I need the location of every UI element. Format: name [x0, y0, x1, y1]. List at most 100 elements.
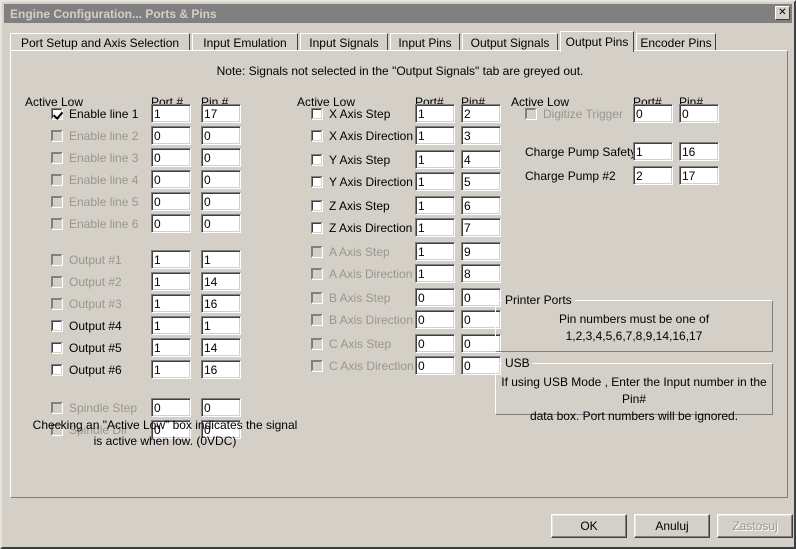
dialog-window: Engine Configuration... Ports & Pins ✕ P… — [0, 0, 796, 549]
pin-input-charge-pump-safety[interactable] — [679, 142, 719, 161]
window-title: Engine Configuration... Ports & Pins — [10, 6, 217, 21]
tab-encoder-pins[interactable]: Encoder Pins — [636, 33, 716, 51]
button-ok[interactable]: OK — [551, 514, 627, 538]
port-input-c-axis-direction[interactable] — [415, 356, 455, 375]
tab-input-pins[interactable]: Input Pins — [390, 33, 460, 51]
pin-input-a-axis-step[interactable] — [461, 242, 501, 261]
pin-input-output-1[interactable] — [201, 250, 241, 269]
pin-input-enable-line-3[interactable] — [201, 148, 241, 167]
label-digitize-trigger: Digitize Trigger — [543, 107, 624, 121]
port-input-b-axis-step[interactable] — [415, 288, 455, 307]
port-input-output-6[interactable] — [151, 360, 191, 379]
tab-input-emulation[interactable]: Input Emulation — [192, 33, 298, 51]
pin-input-charge-pump-2[interactable] — [679, 166, 719, 185]
pin-input-y-axis-direction[interactable] — [461, 172, 501, 191]
tab-label: Input Signals — [309, 35, 379, 50]
groupbox-usb: USB If using USB Mode , Enter the Input … — [495, 356, 773, 423]
pin-input-a-axis-direction[interactable] — [461, 264, 501, 283]
title-bar: Engine Configuration... Ports & Pins ✕ — [4, 4, 792, 23]
pin-input-enable-line-1[interactable] — [201, 104, 241, 123]
port-input-z-axis-step[interactable] — [415, 196, 455, 215]
signal-row-enable-line-1: Enable line 1 — [51, 104, 138, 124]
checkbox-enable-line-1[interactable] — [51, 108, 63, 120]
pin-input-z-axis-direction[interactable] — [461, 218, 501, 237]
port-input-output-2[interactable] — [151, 272, 191, 291]
button-anuluj[interactable]: Anuluj — [634, 514, 710, 538]
port-input-a-axis-step[interactable] — [415, 242, 455, 261]
label-enable-line-4: Enable line 4 — [69, 173, 139, 187]
port-input-x-axis-direction[interactable] — [415, 126, 455, 145]
port-input-output-1[interactable] — [151, 250, 191, 269]
groupbox-usb-title: USB — [502, 356, 533, 370]
checkbox-y-axis-step[interactable] — [311, 154, 323, 166]
column-axis-signals: Active LowPort#Pin#X Axis StepX Axis Dir… — [297, 95, 501, 435]
port-input-b-axis-direction[interactable] — [415, 310, 455, 329]
checkbox-digitize-trigger — [525, 108, 537, 120]
label-z-axis-step: Z Axis Step — [329, 199, 390, 213]
pin-input-output-2[interactable] — [201, 272, 241, 291]
port-input-enable-line-6[interactable] — [151, 214, 191, 233]
checkbox-y-axis-direction[interactable] — [311, 176, 323, 188]
port-input-z-axis-direction[interactable] — [415, 218, 455, 237]
checkbox-b-axis-step — [311, 292, 323, 304]
tab-input-signals[interactable]: Input Signals — [300, 33, 388, 51]
port-input-enable-line-3[interactable] — [151, 148, 191, 167]
port-input-charge-pump-safety[interactable] — [633, 142, 673, 161]
port-input-spindle-step[interactable] — [151, 398, 191, 417]
port-input-enable-line-2[interactable] — [151, 126, 191, 145]
pin-input-x-axis-direction[interactable] — [461, 126, 501, 145]
port-input-y-axis-direction[interactable] — [415, 172, 455, 191]
tab-output-signals[interactable]: Output Signals — [462, 33, 558, 51]
panel-note: Note: Signals not selected in the "Outpu… — [216, 64, 584, 78]
close-icon[interactable]: ✕ — [775, 6, 790, 20]
checkbox-output-4[interactable] — [51, 320, 63, 332]
port-input-output-5[interactable] — [151, 338, 191, 357]
pin-input-output-5[interactable] — [201, 338, 241, 357]
pin-input-output-4[interactable] — [201, 316, 241, 335]
printer-ports-line1: Pin numbers must be one of — [558, 312, 710, 326]
tab-panel-output-pins: Note: Signals not selected in the "Outpu… — [10, 50, 788, 498]
pin-input-x-axis-step[interactable] — [461, 104, 501, 123]
tab-output-pins[interactable]: Output Pins — [560, 31, 634, 52]
checkbox-output-6[interactable] — [51, 364, 63, 376]
checkbox-z-axis-step[interactable] — [311, 200, 323, 212]
tab-port-setup-and-axis-selection[interactable]: Port Setup and Axis Selection — [10, 33, 190, 51]
checkbox-output-5[interactable] — [51, 342, 63, 354]
port-input-enable-line-4[interactable] — [151, 170, 191, 189]
signal-row-c-axis-step: C Axis Step — [311, 334, 391, 354]
port-input-output-3[interactable] — [151, 294, 191, 313]
tab-label: Encoder Pins — [640, 35, 712, 50]
checkbox-enable-line-3 — [51, 152, 63, 164]
pin-input-z-axis-step[interactable] — [461, 196, 501, 215]
pin-input-spindle-step[interactable] — [201, 398, 241, 417]
signal-row-spindle-step: Spindle Step — [51, 398, 137, 418]
port-input-digitize-trigger[interactable] — [633, 104, 673, 123]
port-input-enable-line-5[interactable] — [151, 192, 191, 211]
signal-row-b-axis-step: B Axis Step — [311, 288, 390, 308]
tab-label: Port Setup and Axis Selection — [20, 35, 180, 50]
pin-input-enable-line-4[interactable] — [201, 170, 241, 189]
port-input-output-4[interactable] — [151, 316, 191, 335]
port-input-a-axis-direction[interactable] — [415, 264, 455, 283]
checkbox-z-axis-direction[interactable] — [311, 222, 323, 234]
pin-input-enable-line-6[interactable] — [201, 214, 241, 233]
pin-input-output-3[interactable] — [201, 294, 241, 313]
port-input-charge-pump-2[interactable] — [633, 166, 673, 185]
checkbox-x-axis-step[interactable] — [311, 108, 323, 120]
signal-row-a-axis-direction: A Axis Direction — [311, 264, 412, 284]
tab-label: Output Pins — [565, 35, 629, 49]
checkbox-x-axis-direction[interactable] — [311, 130, 323, 142]
pin-input-output-6[interactable] — [201, 360, 241, 379]
checkbox-enable-line-5 — [51, 196, 63, 208]
label-x-axis-direction: X Axis Direction — [329, 129, 414, 143]
port-input-c-axis-step[interactable] — [415, 334, 455, 353]
pin-input-y-axis-step[interactable] — [461, 150, 501, 169]
pin-input-enable-line-5[interactable] — [201, 192, 241, 211]
pin-input-digitize-trigger[interactable] — [679, 104, 719, 123]
port-input-enable-line-1[interactable] — [151, 104, 191, 123]
port-input-x-axis-step[interactable] — [415, 104, 455, 123]
port-input-y-axis-step[interactable] — [415, 150, 455, 169]
active-low-help-text: Checking an "Active Low" box indicates t… — [25, 417, 305, 449]
pin-input-enable-line-2[interactable] — [201, 126, 241, 145]
signal-row-y-axis-direction: Y Axis Direction — [311, 172, 413, 192]
